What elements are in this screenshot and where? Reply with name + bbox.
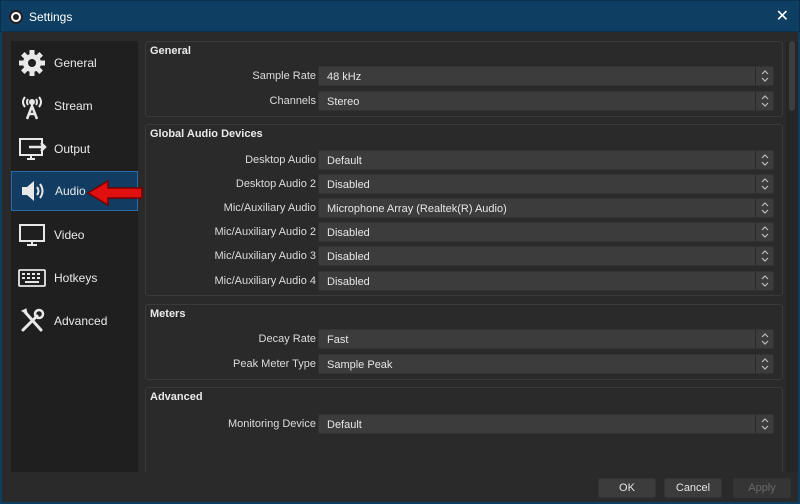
monitor-arrow-icon [15, 133, 49, 165]
monitoring-device-row: Monitoring Device Default [146, 414, 783, 434]
select-value: Default [327, 155, 362, 167]
antenna-icon [15, 90, 49, 122]
peak-meter-type-row: Peak Meter Type Sample Peak [146, 354, 783, 374]
keyboard-icon [15, 262, 49, 294]
row-label: Mic/Auxiliary Audio 2 [214, 226, 317, 238]
select-value: Disabled [327, 179, 370, 191]
desktop-audio-2-row: Desktop Audio 2 Disabled [146, 174, 783, 194]
row-label: Desktop Audio [245, 154, 316, 166]
monitor-icon [15, 219, 49, 251]
select-value: Fast [327, 334, 349, 346]
window-title: Settings [29, 10, 73, 24]
group-title: General [150, 45, 191, 57]
chevron-updown-icon [755, 175, 773, 193]
row-label: Monitoring Device [227, 418, 316, 430]
meters-group: Meters Decay Rate Fast Peak Meter Type S… [145, 304, 783, 380]
sidebar-item-label: Video [54, 228, 85, 242]
channels-row: Channels Stereo [146, 91, 783, 111]
select-value: Default [327, 419, 362, 431]
select-value: Microphone Array (Realtek(R) Audio) [327, 203, 507, 215]
obs-logo-icon [9, 10, 23, 24]
row-label: Channels [269, 95, 316, 107]
tools-icon [15, 305, 49, 337]
chevron-updown-icon [755, 272, 773, 290]
select-value: Disabled [327, 276, 370, 288]
apply-button[interactable]: Apply [733, 478, 791, 498]
chevron-updown-icon [755, 247, 773, 265]
group-title: Global Audio Devices [150, 128, 263, 140]
chevron-updown-icon [755, 151, 773, 169]
select-value: Stereo [327, 96, 360, 108]
mic-aux-audio-4-select[interactable]: Disabled [318, 271, 774, 291]
mic-aux-audio-3-row: Mic/Auxiliary Audio 3 Disabled [146, 246, 783, 266]
mic-aux-audio-row: Mic/Auxiliary Audio Microphone Array (Re… [146, 198, 783, 218]
row-label: Mic/Auxiliary Audio [223, 202, 316, 214]
sidebar-item-label: Hotkeys [54, 271, 98, 285]
decay-rate-row: Decay Rate Fast [146, 329, 783, 349]
audio-settings-panel: General Sample Rate 48 kHz Channels Ster… [145, 41, 783, 472]
monitoring-device-select[interactable]: Default [318, 414, 774, 434]
channels-select[interactable]: Stereo [318, 91, 774, 111]
global-audio-devices-group: Global Audio Devices Desktop Audio Defau… [145, 124, 783, 296]
row-label: Peak Meter Type [233, 358, 316, 370]
chevron-updown-icon [755, 355, 773, 373]
sidebar-item-output[interactable]: Output [11, 129, 138, 169]
sidebar-item-hotkeys[interactable]: Hotkeys [11, 258, 138, 298]
content-scrollbar[interactable] [786, 41, 798, 472]
mic-aux-audio-4-row: Mic/Auxiliary Audio 4 Disabled [146, 271, 783, 291]
sidebar-item-label: General [54, 56, 97, 70]
chevron-updown-icon [755, 67, 773, 85]
chevron-updown-icon [755, 223, 773, 241]
red-arrow-annotation [86, 179, 143, 207]
row-label: Decay Rate [258, 333, 316, 345]
row-label: Desktop Audio 2 [235, 178, 316, 190]
sidebar-item-general[interactable]: General [11, 43, 138, 83]
desktop-audio-row: Desktop Audio Default [146, 150, 783, 170]
mic-aux-audio-2-row: Mic/Auxiliary Audio 2 Disabled [146, 222, 783, 242]
select-value: Disabled [327, 227, 370, 239]
speaker-icon [16, 175, 50, 207]
chevron-updown-icon [755, 415, 773, 433]
settings-window: General Stream Output Audio Video Hotkey… [2, 32, 798, 502]
title-bar: Settings ✕ [0, 0, 800, 32]
row-label: Sample Rate [252, 70, 316, 82]
sidebar-item-stream[interactable]: Stream [11, 86, 138, 126]
sidebar-item-label: Audio [55, 184, 86, 198]
sidebar-item-video[interactable]: Video [11, 215, 138, 255]
settings-sidebar: General Stream Output Audio Video Hotkey… [11, 41, 138, 472]
desktop-audio-2-select[interactable]: Disabled [318, 174, 774, 194]
row-label: Mic/Auxiliary Audio 3 [214, 250, 317, 262]
sidebar-item-label: Stream [54, 99, 93, 113]
chevron-updown-icon [755, 92, 773, 110]
mic-aux-audio-2-select[interactable]: Disabled [318, 222, 774, 242]
group-title: Meters [150, 308, 186, 320]
group-title: Advanced [150, 391, 203, 403]
ok-button[interactable]: OK [598, 478, 656, 498]
chevron-updown-icon [755, 330, 773, 348]
cancel-button[interactable]: Cancel [664, 478, 722, 498]
sample-rate-row: Sample Rate 48 kHz [146, 66, 783, 86]
desktop-audio-select[interactable]: Default [318, 150, 774, 170]
sidebar-item-label: Advanced [54, 314, 108, 328]
peak-meter-type-select[interactable]: Sample Peak [318, 354, 774, 374]
mic-aux-audio-select[interactable]: Microphone Array (Realtek(R) Audio) [318, 198, 774, 218]
select-value: 48 kHz [327, 71, 362, 83]
mic-aux-audio-3-select[interactable]: Disabled [318, 246, 774, 266]
sidebar-item-advanced[interactable]: Advanced [11, 301, 138, 341]
select-value: Sample Peak [327, 359, 393, 371]
close-icon[interactable]: ✕ [776, 6, 789, 26]
sample-rate-select[interactable]: 48 kHz [318, 66, 774, 86]
advanced-group: Advanced Monitoring Device Default [145, 387, 783, 472]
select-value: Disabled [327, 251, 370, 263]
chevron-updown-icon [755, 199, 773, 217]
decay-rate-select[interactable]: Fast [318, 329, 774, 349]
gear-icon [15, 47, 49, 79]
row-label: Mic/Auxiliary Audio 4 [214, 275, 317, 287]
general-group: General Sample Rate 48 kHz Channels Ster… [145, 41, 783, 117]
scrollbar-thumb[interactable] [789, 41, 795, 111]
sidebar-item-label: Output [54, 142, 91, 156]
